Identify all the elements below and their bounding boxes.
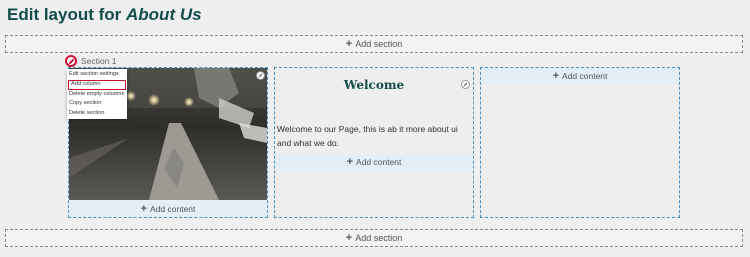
add-content-button[interactable]: + Add content [481, 68, 679, 84]
add-content-label: Add content [562, 71, 608, 81]
page-title-page-name: About Us [126, 5, 202, 24]
column-2: Welcome Welcome to our Page, this is ab … [274, 67, 474, 218]
add-section-label: Add section [355, 233, 403, 243]
pencil-icon [258, 73, 263, 78]
add-section-label: Add section [355, 39, 403, 49]
add-content-button[interactable]: + Add content [275, 154, 473, 170]
add-section-bottom-button[interactable]: + Add section [5, 229, 743, 247]
page-title: Edit layout for About Us [7, 5, 202, 25]
add-content-label: Add content [356, 157, 402, 167]
section-edit-button[interactable] [65, 55, 77, 67]
welcome-heading: Welcome [343, 78, 405, 92]
menu-item-add-column[interactable]: Add column [68, 79, 126, 90]
add-content-label: Add content [150, 204, 196, 214]
pencil-icon [463, 82, 468, 87]
section-label: Section 1 [81, 56, 117, 66]
pencil-icon [68, 58, 74, 64]
menu-item-copy-section[interactable]: Copy section [67, 99, 127, 109]
column-edit-button[interactable] [461, 80, 470, 89]
plus-icon: + [345, 37, 353, 50]
plus-icon: + [552, 69, 560, 82]
plus-icon: + [346, 155, 354, 168]
add-section-top-button[interactable]: + Add section [5, 35, 743, 53]
section-context-menu: Edit section settings Add column Delete … [67, 69, 127, 119]
add-content-button[interactable]: + Add content [69, 201, 267, 217]
page-title-prefix: Edit layout for [7, 5, 122, 24]
plus-icon: + [140, 202, 148, 215]
column-3: + Add content [480, 67, 680, 218]
menu-item-edit-section-settings[interactable]: Edit section settings [67, 70, 127, 80]
column-edit-button[interactable] [256, 71, 265, 80]
welcome-text: Welcome to our Page, this is ab it more … [277, 124, 458, 148]
plus-icon: + [345, 231, 353, 244]
menu-item-delete-empty-columns[interactable]: Delete empty columns [67, 90, 127, 100]
menu-item-delete-section[interactable]: Delete section [67, 109, 127, 119]
